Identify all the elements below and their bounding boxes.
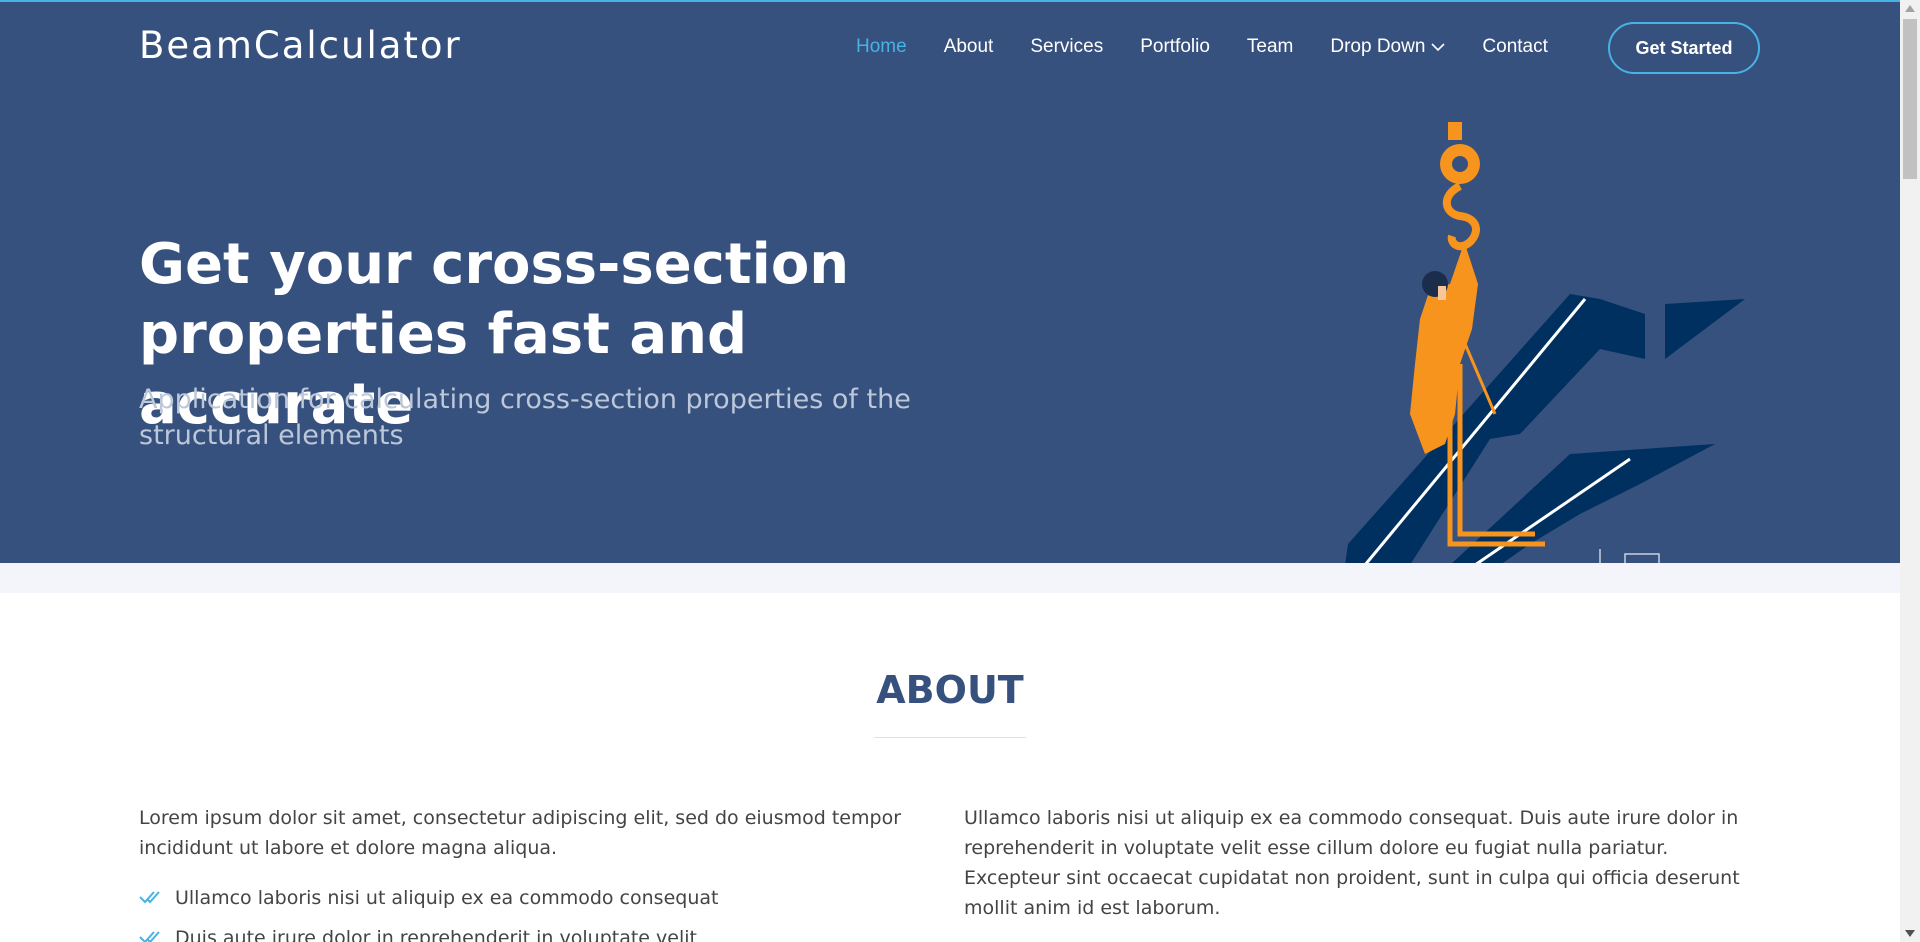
double-check-icon bbox=[139, 931, 160, 942]
hero-section: BeamCalculator Home About Services Portf… bbox=[0, 0, 1900, 565]
hook-curve bbox=[1442, 182, 1480, 251]
list-item: Ullamco laboris nisi ut aliquip ex ea co… bbox=[139, 883, 919, 913]
hook-top bbox=[1448, 122, 1462, 140]
nav-about[interactable]: About bbox=[944, 36, 994, 58]
about-left-text: Lorem ipsum dolor sit amet, consectetur … bbox=[139, 807, 902, 859]
get-started-button[interactable]: Get Started bbox=[1608, 22, 1760, 74]
chevron-down-icon bbox=[1431, 43, 1445, 52]
main-nav: Home About Services Portfolio Team Drop … bbox=[856, 36, 1585, 58]
section-divider-strip bbox=[0, 563, 1900, 593]
nav-contact[interactable]: Contact bbox=[1482, 36, 1547, 58]
hero-subtitle: Application for calculating cross-sectio… bbox=[139, 384, 911, 451]
scrollbar-thumb[interactable] bbox=[1903, 19, 1917, 179]
scroll-down-arrow-icon[interactable] bbox=[1900, 925, 1920, 942]
nav-portfolio[interactable]: Portfolio bbox=[1140, 36, 1210, 58]
about-title-underline bbox=[874, 737, 1026, 738]
hero-illustration bbox=[1345, 122, 1745, 565]
beam-end-plate bbox=[1665, 299, 1745, 359]
about-right-column: Ullamco laboris nisi ut aliquip ex ea co… bbox=[964, 803, 1764, 923]
list-item-text: Ullamco laboris nisi ut aliquip ex ea co… bbox=[175, 887, 719, 909]
site-logo[interactable]: BeamCalculator bbox=[139, 24, 462, 67]
beam-web bbox=[1600, 299, 1645, 359]
beam-flange-bottom bbox=[1450, 444, 1715, 565]
nav-team[interactable]: Team bbox=[1247, 36, 1293, 58]
list-item-text: Duis aute irure dolor in reprehenderit i… bbox=[175, 927, 697, 942]
about-right-text: Ullamco laboris nisi ut aliquip ex ea co… bbox=[964, 807, 1740, 919]
nav-home[interactable]: Home bbox=[856, 36, 907, 58]
list-item: Duis aute irure dolor in reprehenderit i… bbox=[139, 923, 919, 942]
scrollbar[interactable] bbox=[1900, 0, 1920, 942]
nav-services[interactable]: Services bbox=[1030, 36, 1103, 58]
nav-dropdown[interactable]: Drop Down bbox=[1330, 36, 1445, 58]
navbar: BeamCalculator Home About Services Portf… bbox=[0, 2, 1900, 94]
nav-dropdown-label: Drop Down bbox=[1330, 36, 1426, 57]
about-left-column: Lorem ipsum dolor sit amet, consectetur … bbox=[139, 803, 919, 942]
about-title: ABOUT bbox=[876, 668, 1024, 712]
double-check-icon bbox=[139, 891, 160, 904]
scroll-up-arrow-icon[interactable] bbox=[1900, 0, 1920, 17]
about-feature-list: Ullamco laboris nisi ut aliquip ex ea co… bbox=[139, 883, 919, 942]
